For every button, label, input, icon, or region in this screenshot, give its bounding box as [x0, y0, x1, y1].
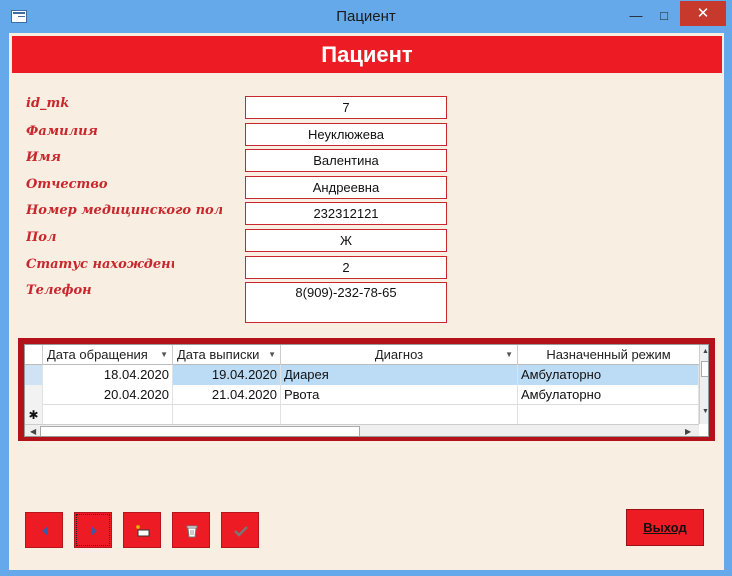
new-record-icon	[136, 525, 150, 537]
gender-field[interactable]: Ж	[245, 229, 447, 252]
close-button[interactable]: ✕	[680, 1, 726, 26]
title-bar[interactable]: Пациент — □ ✕	[0, 0, 732, 33]
sort-arrow-icon[interactable]: ▼	[505, 345, 513, 365]
id-mk-field[interactable]: 7	[245, 96, 447, 119]
form-header: Пациент	[12, 36, 722, 73]
new-record-row[interactable]: ✱	[25, 405, 699, 425]
delete-record-button[interactable]	[172, 512, 210, 548]
next-record-button[interactable]	[74, 512, 112, 548]
phone-field[interactable]: 8(909)-232-78-65	[245, 282, 447, 323]
status-field[interactable]: 2	[245, 256, 447, 279]
label-policy-number: Номер медицинского полиса	[26, 203, 222, 218]
label-name: Имя	[26, 150, 61, 165]
next-record-icon	[91, 526, 97, 536]
label-patronymic: Отчество	[26, 177, 108, 192]
sort-arrow-icon[interactable]: ▼	[268, 345, 276, 365]
scroll-down-icon[interactable]: ▼	[700, 408, 708, 415]
new-cell[interactable]	[518, 405, 699, 425]
new-cell[interactable]	[173, 405, 281, 425]
scroll-right-icon[interactable]: ▶	[685, 425, 691, 436]
scroll-up-icon[interactable]: ▲	[700, 348, 708, 355]
patronymic-field[interactable]: Андреевна	[245, 176, 447, 199]
cell-regime[interactable]: Амбулаторно	[518, 365, 699, 385]
column-header-label: Дата обращения	[47, 347, 148, 362]
row-selector[interactable]	[25, 365, 43, 385]
table-row[interactable]: 18.04.2020 19.04.2020 Диарея Амбулаторно	[25, 365, 699, 385]
exit-button[interactable]: Выход	[626, 509, 704, 546]
column-header-diagnosis[interactable]: Диагноз ▼	[281, 345, 518, 365]
scroll-thumb[interactable]	[40, 426, 360, 436]
scroll-thumb[interactable]	[701, 361, 708, 377]
name-field[interactable]: Валентина	[245, 149, 447, 172]
form-title: Пациент	[321, 42, 413, 67]
column-header-admission-date[interactable]: Дата обращения ▼	[43, 345, 173, 365]
form-body: Пациент id_mk 7 Фамилия Неуклюжева Имя В…	[9, 33, 724, 570]
new-row-icon: ✱	[25, 405, 43, 425]
column-header-label: Назначенный режим	[546, 347, 671, 362]
column-header-label: Дата выписки	[177, 347, 260, 362]
label-status: Статус нахождения	[26, 257, 174, 272]
table-row[interactable]: 20.04.2020 21.04.2020 Рвота Амбулаторно	[25, 385, 699, 405]
delete-record-icon	[186, 525, 198, 538]
app-window: Пациент — □ ✕ Пациент id_mk 7 Фамилия Не…	[0, 0, 732, 576]
column-header-discharge-date[interactable]: Дата выписки ▼	[173, 345, 281, 365]
horizontal-scrollbar[interactable]: ◀ ▶	[25, 424, 699, 436]
label-id-mk: id_mk	[26, 96, 70, 111]
label-phone: Телефон	[26, 283, 92, 298]
maximize-button[interactable]: □	[651, 6, 677, 26]
new-cell[interactable]	[281, 405, 518, 425]
grid-header: Дата обращения ▼ Дата выписки ▼ Диагноз …	[25, 345, 699, 365]
surname-field[interactable]: Неуклюжева	[245, 123, 447, 146]
minimize-button[interactable]: —	[623, 6, 649, 26]
cell-admission-date[interactable]: 20.04.2020	[43, 385, 173, 405]
new-record-button[interactable]	[123, 512, 161, 548]
label-surname: Фамилия	[26, 124, 98, 139]
visits-subform: Дата обращения ▼ Дата выписки ▼ Диагноз …	[18, 338, 715, 441]
cell-discharge-date[interactable]: 19.04.2020	[173, 365, 281, 385]
new-cell[interactable]	[43, 405, 173, 425]
sort-arrow-icon[interactable]: ▼	[160, 345, 168, 365]
vertical-scrollbar[interactable]: ▲ ▼	[699, 345, 708, 424]
select-all-cell[interactable]	[25, 345, 43, 365]
policy-number-field[interactable]: 232312121	[245, 202, 447, 225]
prev-record-button[interactable]	[25, 512, 63, 548]
save-record-button[interactable]	[221, 512, 259, 548]
column-header-label: Диагноз	[374, 347, 424, 362]
cell-diagnosis[interactable]: Диарея	[281, 365, 518, 385]
row-selector[interactable]	[25, 385, 43, 405]
prev-record-icon	[42, 526, 48, 536]
cell-discharge-date[interactable]: 21.04.2020	[173, 385, 281, 405]
cell-diagnosis[interactable]: Рвота	[281, 385, 518, 405]
label-gender: Пол	[26, 230, 57, 245]
scroll-left-icon[interactable]: ◀	[30, 425, 36, 436]
visits-grid: Дата обращения ▼ Дата выписки ▼ Диагноз …	[24, 344, 709, 437]
cell-regime[interactable]: Амбулаторно	[518, 385, 699, 405]
column-header-regime[interactable]: Назначенный режим	[518, 345, 699, 365]
cell-admission-date[interactable]: 18.04.2020	[43, 365, 173, 385]
save-record-icon	[234, 526, 248, 537]
